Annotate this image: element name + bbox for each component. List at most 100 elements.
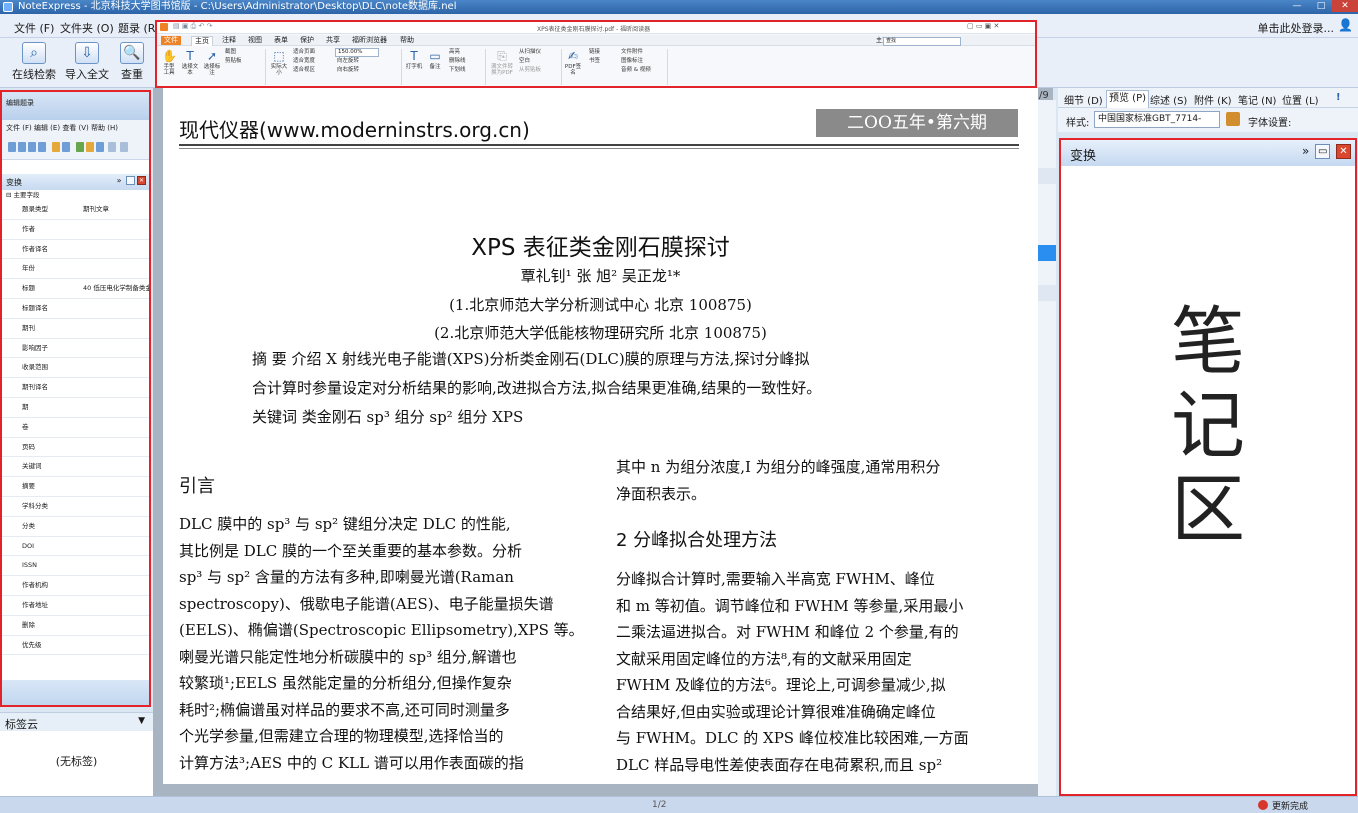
actual-size-button[interactable]: ⬚ 实际大小 — [269, 49, 289, 76]
field-row[interactable]: 期刊 — [2, 319, 149, 339]
online-search-button[interactable]: ⌕ 在线检索 — [5, 40, 63, 84]
info-icon[interactable]: ! — [1336, 92, 1341, 103]
field-row[interactable]: ISSN — [2, 556, 149, 577]
pdf-tab-form[interactable]: 表单 — [271, 36, 291, 45]
pdf-tab-file[interactable]: 文件 — [161, 36, 181, 45]
pdf-tab-view[interactable]: 视图 — [245, 36, 265, 45]
maximize-button[interactable]: □ — [1308, 0, 1334, 12]
close-window-button[interactable]: ✕ — [1332, 0, 1358, 12]
quick-tools-icon[interactable]: ▤ ▣ ⎙ ↶ ↷ — [173, 22, 212, 31]
select-text-button[interactable]: T 选择文本 — [181, 49, 199, 76]
fit-visible-button[interactable]: 适合视区 — [293, 67, 315, 74]
field-row[interactable]: 作者译名 — [2, 240, 149, 260]
expand-icon[interactable]: » — [1302, 144, 1309, 158]
hand-tool-button[interactable]: ✋ 手型工具 — [161, 49, 177, 76]
clipboard-button[interactable]: 剪贴板 — [225, 58, 242, 65]
tab-summary[interactable]: 综述 (S) — [1150, 92, 1187, 107]
tool-highlight-icon[interactable] — [52, 142, 60, 152]
zoom-select[interactable]: 150.00% — [335, 48, 379, 57]
list-marker[interactable] — [1038, 168, 1056, 184]
audio-video-button[interactable]: 音频 & 视频 — [621, 67, 651, 74]
style-edit-icon[interactable] — [1226, 112, 1240, 126]
underline-button[interactable]: 下划线 — [449, 67, 466, 74]
pdf-search-input[interactable]: 查找 — [883, 37, 961, 46]
lp-menu-file[interactable]: 文件 (F) — [6, 124, 32, 132]
field-row[interactable]: 页码 — [2, 438, 149, 458]
user-icon[interactable]: 👤 — [1338, 19, 1353, 31]
tool-abc-icon[interactable] — [108, 142, 116, 152]
field-row[interactable]: 卷 — [2, 418, 149, 438]
field-value[interactable]: 期刊文章 — [83, 200, 109, 219]
field-row[interactable]: 删除 — [2, 616, 149, 636]
field-row[interactable]: 标题 40 低压电化学制备类金刚 — [2, 279, 149, 299]
field-row[interactable]: 期 — [2, 398, 149, 418]
field-value[interactable]: 40 低压电化学制备类金刚 — [83, 279, 149, 298]
blank-pdf-button[interactable]: 空白 — [519, 58, 530, 65]
menu-file[interactable]: 文件 (F) — [14, 20, 54, 36]
field-row[interactable]: 作者机构 — [2, 576, 149, 596]
rotate-right-button[interactable]: 向右旋转 — [337, 67, 359, 74]
field-row[interactable]: 分类 — [2, 517, 149, 537]
selected-list-marker[interactable] — [1038, 245, 1056, 261]
fit-page-button[interactable]: 适合页面 — [293, 49, 315, 56]
tool-symbol-icon[interactable] — [96, 142, 104, 152]
from-clipboard-button[interactable]: 从剪贴板 — [519, 67, 541, 74]
list-marker[interactable] — [1038, 285, 1056, 301]
tab-location[interactable]: 位置 (L) — [1282, 92, 1319, 107]
lp-menu-view[interactable]: 查看 (V) — [62, 124, 88, 132]
field-row[interactable]: 优先级 — [2, 636, 149, 656]
menu-record[interactable]: 题录 (R — [118, 20, 155, 36]
tool-paste-icon[interactable] — [28, 142, 36, 152]
image-annotation-button[interactable]: 图像标注 — [621, 58, 643, 65]
menu-folder[interactable]: 文件夹 (O) — [60, 20, 114, 36]
pdf-tab-comment[interactable]: 注释 — [219, 36, 239, 45]
field-row[interactable]: 题录类型 期刊文章 — [2, 200, 149, 220]
tool-subscript-icon[interactable] — [86, 142, 94, 152]
chevron-down-icon[interactable]: ▼ — [138, 716, 145, 726]
field-row[interactable]: 作者地址 — [2, 596, 149, 616]
tab-notes[interactable]: 笔记 (N) — [1238, 92, 1276, 107]
collapse-icon[interactable]: ⊟ — [6, 191, 11, 199]
field-row[interactable]: 收录范围 — [2, 358, 149, 379]
import-fulltext-button[interactable]: ⇩ 导入全文 — [58, 40, 116, 84]
lp-minimize-icon[interactable] — [126, 176, 135, 185]
pdf-window-controls-icon[interactable]: ▢ ▭ ▣ ✕ — [967, 22, 999, 30]
tool-dropdown-icon[interactable] — [120, 142, 128, 152]
minimize-button[interactable]: — — [1284, 0, 1310, 12]
snapshot-button[interactable]: 截图 — [225, 49, 236, 56]
link-button[interactable]: 链接 — [589, 49, 600, 56]
tab-attachments[interactable]: 附件 (K) — [1194, 92, 1232, 107]
strikeout-button[interactable]: 删除线 — [449, 58, 466, 65]
pdf-tab-protect[interactable]: 保护 — [297, 36, 317, 45]
field-row[interactable]: 关键词 — [2, 457, 149, 478]
pdf-tab-home[interactable]: 主页 — [191, 36, 213, 46]
transform-window-controls[interactable]: » ✕ — [117, 176, 146, 185]
highlight-button[interactable]: 高亮 — [449, 49, 460, 56]
pdf-tab-share[interactable]: 共享 — [323, 36, 343, 45]
pdf-tab-browser[interactable]: 福昕浏览器 — [349, 36, 390, 45]
field-row[interactable]: 摘要 — [2, 477, 149, 497]
convert-to-pdf-button[interactable]: ⎘ 满文件转换为PDF — [489, 49, 515, 76]
pdf-page[interactable]: 现代仪器(www.moderninstrs.org.cn) 二OO五年•第六期 … — [163, 88, 1038, 784]
lp-close-icon[interactable]: ✕ — [137, 176, 146, 185]
file-attachment-button[interactable]: 文件附件 — [621, 49, 643, 56]
list-scroll-strip[interactable] — [1038, 100, 1056, 796]
close-icon[interactable]: ✕ — [1336, 144, 1351, 159]
field-group-header[interactable]: ⊟ 主要字段 — [2, 190, 149, 200]
field-row[interactable]: 影响因子 — [2, 339, 149, 359]
minimize-icon[interactable]: ▭ — [1315, 144, 1331, 159]
tab-details[interactable]: 细节 (D) — [1064, 92, 1103, 107]
fit-width-button[interactable]: 适合宽度 — [293, 58, 315, 65]
rotate-left-button[interactable]: 向左旋转 — [337, 58, 359, 65]
font-settings-label[interactable]: 字体设置: — [1248, 114, 1291, 129]
note-area-label[interactable]: 笔 记 区 — [1061, 300, 1355, 552]
tool-format-icon[interactable] — [38, 142, 46, 152]
note-button[interactable]: ▭ 备注 — [427, 49, 443, 70]
field-row[interactable]: DOI — [2, 537, 149, 557]
tool-copy-icon[interactable] — [18, 142, 26, 152]
tool-superscript-icon[interactable] — [76, 142, 84, 152]
pdf-tab-help[interactable]: 帮助 — [397, 36, 417, 45]
field-row[interactable]: 期刊译名 — [2, 378, 149, 398]
lp-menu-edit[interactable]: 编辑 (E) — [34, 124, 60, 132]
login-link[interactable]: 单击此处登录... — [1258, 20, 1335, 36]
